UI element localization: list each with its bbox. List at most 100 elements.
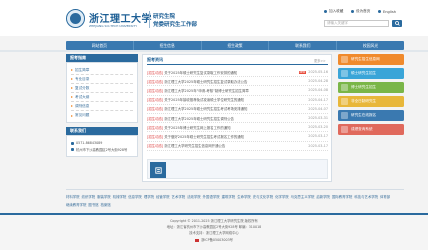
- clock-icon: [341, 98, 348, 105]
- sidebar-item[interactable]: 调剂信息: [71, 102, 133, 111]
- news-item[interactable]: [招生动态] 关于做好2025年硕士研究生招生考试报名工作的通知 2025-03-1…: [147, 132, 328, 142]
- news-title: 报考资讯: [147, 57, 163, 62]
- department-title: 研究生院: [153, 14, 176, 20]
- news-item[interactable]: [招生动态] 浙江理工大学研究生招生信息网开通公告 2025-03-17: [147, 142, 328, 151]
- college-link[interactable]: 档案馆: [101, 202, 111, 207]
- news-item[interactable]: [招生动态] 关于2025年硕士研究生复试录取工作安排的通知 NEW 2025-05-…: [147, 68, 328, 78]
- college-link[interactable]: 化学学院: [275, 194, 289, 199]
- main-nav: 网站首页 招生信息 招生政策 联系我们 校园风光: [66, 41, 404, 50]
- contact-body: 0571-86843089 杭州市下沙高教园区2号大街928号: [66, 135, 138, 157]
- bookmark-icon: [324, 10, 327, 13]
- quick-link-button[interactable]: 研究生在线报名: [338, 110, 404, 121]
- contact-address: 杭州市下沙高教园区2号大街928号: [71, 147, 133, 152]
- nav-item-policy[interactable]: 招生政策: [202, 41, 270, 50]
- quick-link-button[interactable]: 硕士研究生招生: [338, 68, 404, 79]
- college-link[interactable]: 理学院: [144, 194, 154, 199]
- news-panel: 报考资讯 更多>> [招生动态] 关于2025年硕士研究生复试录取工作安排的通知 N…: [142, 54, 332, 182]
- new-badge: NEW: [298, 70, 307, 74]
- arrow-icon: [71, 96, 73, 98]
- sidebar: 报考指南 招生简章 专业目录 复试分数 考试大纲 调剂信息 常见问题 联系我们 …: [66, 54, 138, 157]
- footer-copyright: Copyright © 2011-2025 浙江理工大学研究生院 版权所有: [170, 219, 258, 223]
- quick-link-button[interactable]: 非全日制研究生: [338, 96, 404, 107]
- college-link[interactable]: 生命学院: [237, 194, 251, 199]
- college-link[interactable]: 外国语学院: [203, 194, 220, 199]
- computer-icon: [341, 112, 348, 119]
- search-icon: [394, 21, 400, 26]
- arrow-icon: [71, 114, 73, 117]
- home-icon: [351, 10, 354, 13]
- college-link[interactable]: 经管学院: [156, 194, 170, 199]
- college-link[interactable]: 启新学院: [316, 194, 330, 199]
- sidebar-item[interactable]: 考试大纲: [71, 93, 133, 102]
- sidebar-list: 招生简章 专业目录 复试分数 考试大纲 调剂信息 常见问题: [66, 62, 138, 123]
- footer-support: 技术支持：浙江理工大学网络中心: [189, 231, 239, 235]
- college-link[interactable]: 服装学院: [97, 194, 111, 199]
- news-item[interactable]: [招生动态] 浙江理工大学2025年硕士研究生招生考试考场安排通知 2025-04-…: [147, 105, 328, 114]
- college-link[interactable]: 马克思主义学院: [291, 194, 315, 199]
- news-list: [招生动态] 关于2025年硕士研究生复试录取工作安排的通知 NEW 2025-05-…: [147, 68, 328, 151]
- nav-divider: [0, 50, 428, 52]
- sidebar-item[interactable]: 复试分数: [71, 84, 133, 93]
- college-link[interactable]: 纺织学院: [82, 194, 96, 199]
- nav-item-campus[interactable]: 校园风光: [337, 41, 404, 50]
- sidebar-item[interactable]: 招生简章: [71, 66, 133, 75]
- search-button[interactable]: [392, 20, 402, 27]
- news-item[interactable]: [招生动态] 浙江理工大学2025年“申请-考核”制博士研究生招生简章 2025-0…: [147, 86, 328, 96]
- doctor-icon: [341, 84, 348, 91]
- college-link[interactable]: 继续教育学院: [66, 202, 86, 207]
- sidebar-item[interactable]: 专业目录: [71, 75, 133, 84]
- department-subtitle: 党委研究生工作部: [153, 22, 198, 28]
- police-badge-icon: [195, 238, 200, 242]
- graduation-cap-icon: [341, 56, 348, 63]
- news-item[interactable]: [招生动态] 浙江理工大学2025年硕士研究生招生复试录取办法公告 2025-04-…: [147, 77, 328, 87]
- college-links: 材料学院 纺织学院 服装学院 机械学院 信息学院 理学院 经管学院 艺术学院 法…: [66, 189, 404, 211]
- page: 浙江理工大学 ZHEJIANG SCI-TECH UNIVERSITY 研究生院…: [0, 0, 428, 250]
- search-icon: [341, 126, 348, 133]
- college-link[interactable]: 科技与艺术学院: [354, 194, 378, 199]
- arrow-icon: [71, 87, 73, 89]
- college-link[interactable]: 机械学院: [113, 194, 127, 199]
- arrow-icon: [71, 69, 73, 71]
- university-logo-text[interactable]: 浙江理工大学: [89, 10, 152, 25]
- college-link[interactable]: 史与文化学院: [253, 194, 273, 199]
- sidebar-item[interactable]: 常见问题: [71, 111, 133, 120]
- university-logo-english: ZHEJIANG SCI-TECH UNIVERSITY: [89, 24, 138, 28]
- phone-icon: [71, 141, 74, 145]
- quick-links: 研究生招生信息网 硕士研究生招生 博士研究生招生 非全日制研究生 研究生在线报名…: [338, 54, 404, 138]
- contact-block: 联系我们 0571-86843089 杭州市下沙高教园区2号大街928号: [66, 127, 138, 157]
- college-link[interactable]: 体育部: [380, 194, 390, 199]
- college-link[interactable]: 建筑学院: [222, 194, 236, 199]
- news-title-underline: [147, 64, 328, 65]
- news-item[interactable]: [招生动态] 关于2025年接收推荐免试攻读硕士学位研究生的通知 2025-04-1…: [147, 96, 328, 105]
- top-link-english[interactable]: English: [378, 9, 396, 14]
- top-link-homepage[interactable]: 设为首页: [351, 9, 370, 14]
- news-footer-panel: [147, 159, 328, 179]
- search-input[interactable]: 请输入关键字: [324, 20, 389, 27]
- news-item[interactable]: [招生动态] 浙江理工大学2025年硕士研究生招生调剂公告 2025-03-31: [147, 114, 328, 124]
- logo-divider: [149, 11, 150, 28]
- college-link[interactable]: 图书馆: [88, 202, 98, 207]
- nav-item-home[interactable]: 网站首页: [66, 41, 134, 50]
- location-icon: [71, 148, 74, 151]
- news-item[interactable]: [招生动态] 关于2025年博士研究生网上报名工作的通知 2025-03-20: [147, 123, 328, 133]
- quick-link-button[interactable]: 博士研究生招生: [338, 82, 404, 93]
- nav-item-admissions[interactable]: 招生信息: [134, 41, 202, 50]
- college-link[interactable]: 艺术学院: [172, 194, 186, 199]
- contact-phone: 0571-86843089: [71, 141, 133, 145]
- quick-link-button[interactable]: 成绩查询系统: [338, 124, 404, 135]
- top-link-bookmark[interactable]: 加入收藏: [324, 9, 343, 14]
- footer-icp[interactable]: 浙ICP备05003003号: [0, 237, 428, 242]
- contact-title: 联系我们: [66, 127, 138, 135]
- college-link[interactable]: 信息学院: [128, 194, 142, 199]
- arrow-icon: [71, 105, 73, 107]
- quick-link-button[interactable]: 研究生招生信息网: [338, 54, 404, 65]
- university-seal-icon[interactable]: [66, 9, 85, 28]
- college-link[interactable]: 材料学院: [66, 194, 80, 199]
- footer-address: 地址：浙江省杭州市下沙高教园区2号大街928号 邮编：310018: [166, 225, 262, 229]
- college-link[interactable]: 法政学院: [187, 194, 201, 199]
- college-link[interactable]: 国际教育学院: [332, 194, 352, 199]
- notice-icon: [150, 162, 166, 178]
- news-more-link[interactable]: 更多>>: [314, 58, 326, 63]
- header: 浙江理工大学 ZHEJIANG SCI-TECH UNIVERSITY 研究生院…: [0, 0, 428, 36]
- nav-item-contact[interactable]: 联系我们: [269, 41, 338, 50]
